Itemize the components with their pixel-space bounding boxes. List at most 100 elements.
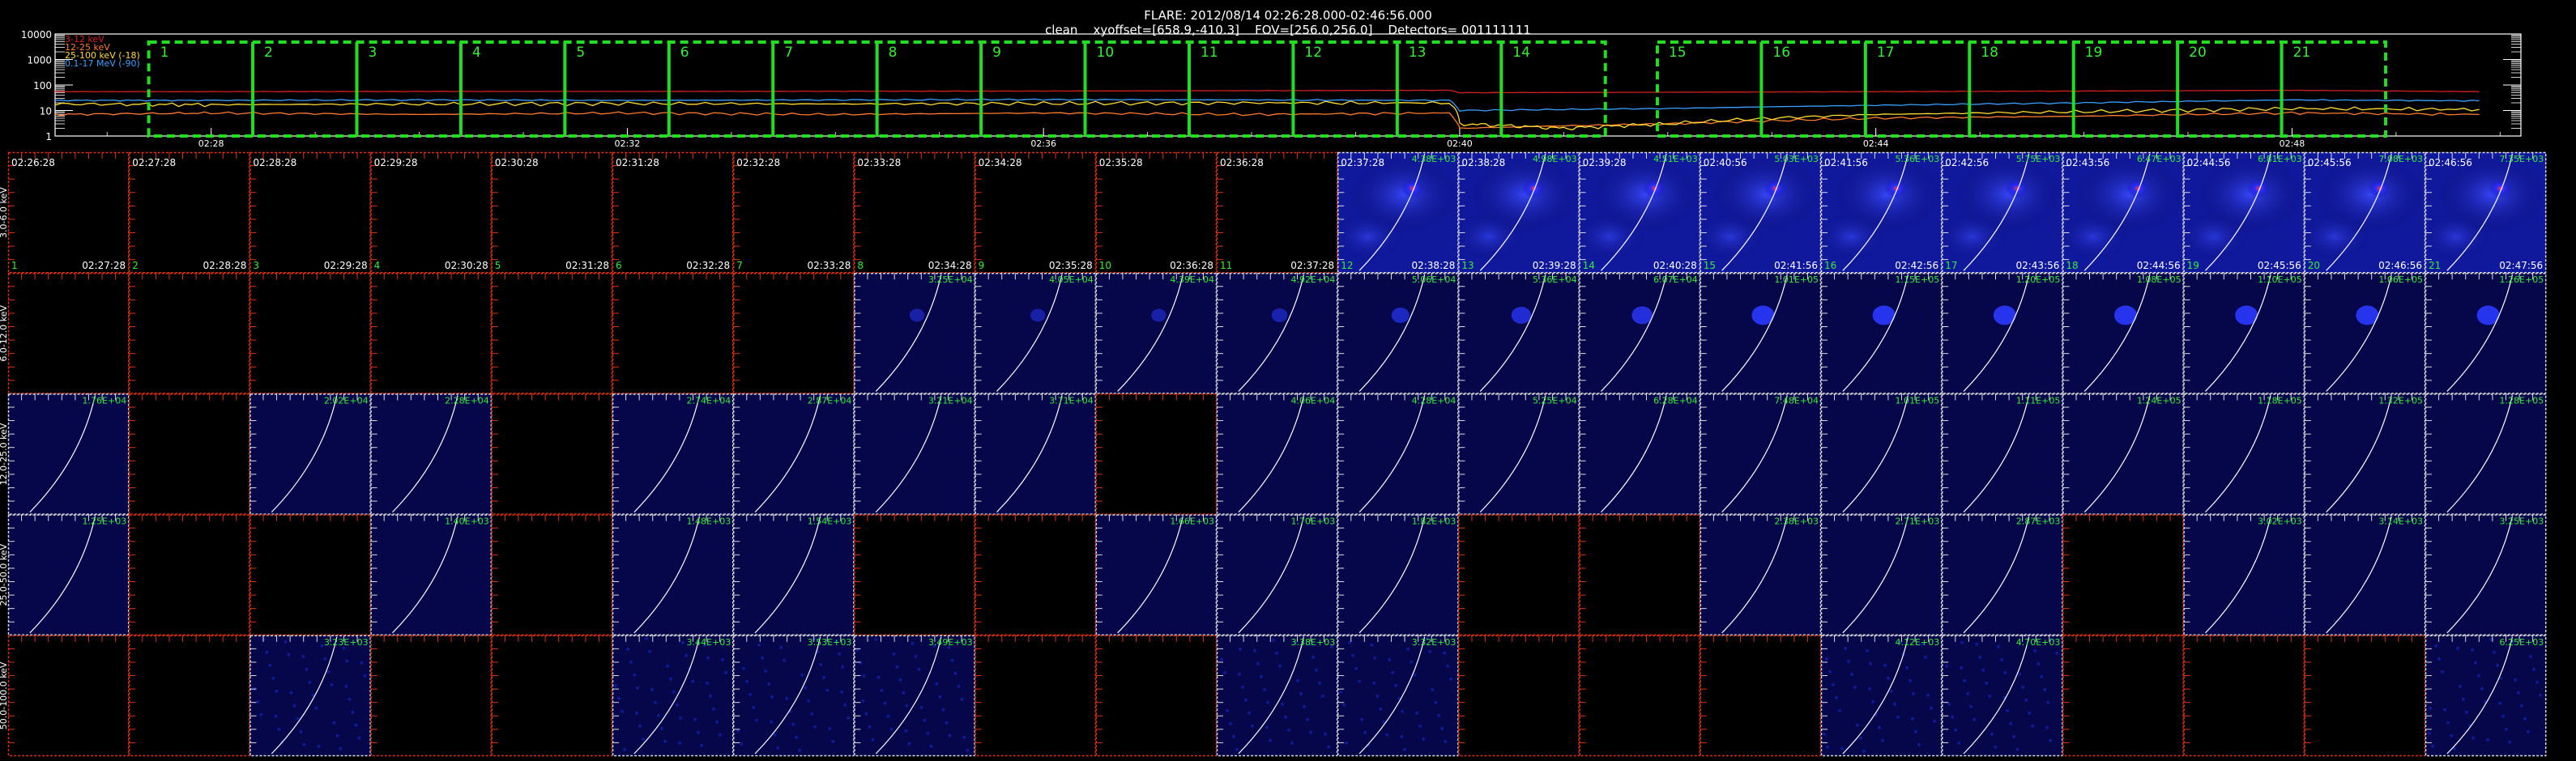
noise-speck [957,684,961,688]
image-panel [2062,514,2184,636]
panel-background [1095,273,1217,394]
panel-interval-number: 8 [857,260,864,271]
image-panel: 4.39E+04 [1095,272,1218,394]
panel-background [249,273,371,394]
secondary-glow [1935,212,2009,261]
panel-start-time: 02:38:28 [1461,157,1505,168]
image-panel: 4.92E+04 [1216,272,1338,394]
noise-speck [1363,730,1367,734]
noise-speck [2462,697,2465,701]
flare-source [909,308,925,322]
secondary-glow [1573,212,1646,261]
noise-speck [657,713,660,717]
secondary-glow [2056,212,2130,261]
image-panel: 1.26E+05 [2425,272,2547,394]
noise-speck [676,703,679,707]
noise-speck [360,661,364,665]
noise-speck [2045,725,2049,729]
image-panel: 2.87E+04 [732,393,855,515]
noise-speck [2021,685,2025,689]
noise-speck [2006,708,2010,712]
panel-background [249,514,371,636]
panel-background [1458,273,1580,394]
image-panel [7,272,130,394]
noise-speck [945,721,949,725]
panel-background [1942,273,2063,394]
noise-speck [1933,719,1936,723]
row-energy-label: 50.0-100.0 keV [0,661,9,729]
image-panel: 02:31:28 02:32:28 6 [612,151,734,274]
panel-end-time: 02:27:28 [82,260,126,271]
noise-speck [1963,678,1967,682]
noise-speck [950,658,954,662]
panel-background [1217,273,1338,394]
image-panel [975,635,1097,757]
noise-speck [2465,710,2468,714]
panel-background [1821,514,1943,636]
panel-start-time: 02:32:28 [736,157,780,168]
image-panel [975,514,1097,636]
panel-interval-number: 20 [2308,260,2320,271]
image-panel: 1.20E+05 [1941,272,2063,394]
image-panel [1579,635,1701,757]
noise-speck [2501,714,2505,718]
panel-start-time: 02:27:28 [132,157,176,168]
panel-interval-number: 4 [374,260,381,271]
noise-speck [929,744,933,748]
panel-start-time: 02:44:56 [2187,157,2231,168]
image-panel: 1.54E+03 [732,514,855,636]
noise-speck [638,724,642,728]
noise-speck [2000,657,2004,661]
noise-speck [666,664,669,668]
noise-speck [672,690,676,694]
panel-start-time: 02:43:56 [2066,157,2109,168]
panel-background [491,514,612,636]
panel-background [8,273,130,394]
noise-speck [1945,664,1949,668]
noise-speck [323,657,327,661]
flare-source [1151,308,1166,322]
noise-speck [1220,657,1223,661]
panel-background [370,514,492,636]
image-panel [1700,635,1822,757]
noise-speck [617,696,621,700]
panel-background [8,635,130,756]
noise-speck [2018,672,2022,676]
noise-speck [761,656,765,660]
noise-speck [2523,716,2527,721]
noise-speck [1866,648,1869,653]
noise-speck [305,667,309,671]
noise-speck [351,710,355,714]
image-panel: 5.03E+0302:40:5602:41:5615 [1694,151,1822,274]
noise-speck [724,670,727,674]
noise-speck [1311,655,1315,659]
noise-speck [1232,734,1235,738]
noise-speck [745,679,749,683]
noise-speck [886,714,890,718]
image-panel: 5.25E+04 [1458,393,1580,515]
image-panel: 3.44E+03 [612,635,734,757]
noise-speck [2498,701,2501,705]
image-panel: 4.98E+0302:38:2802:39:2813 [1452,151,1580,274]
panel-background [854,152,975,274]
image-panel [1458,635,1580,757]
image-panel [249,272,371,394]
panel-background [2425,393,2547,515]
image-panel: 1.18E+05 [2183,393,2305,515]
noise-speck [1244,698,1247,702]
noise-speck [767,682,771,686]
noise-speck [783,658,787,662]
panel-end-time: 02:31:28 [565,260,609,271]
noise-speck [804,686,808,690]
panel-background [491,273,612,394]
noise-speck [917,667,921,671]
panel-end-time: 02:43:56 [2015,260,2059,271]
panel-background [2183,273,2305,394]
noise-speck [1418,724,1422,728]
noise-speck [736,729,740,733]
noise-speck [621,709,624,713]
panel-background [8,514,130,636]
image-panel: 1.11E+05 [1941,393,2063,515]
panel-end-time: 02:46:56 [2378,260,2422,271]
noise-speck [902,691,906,695]
